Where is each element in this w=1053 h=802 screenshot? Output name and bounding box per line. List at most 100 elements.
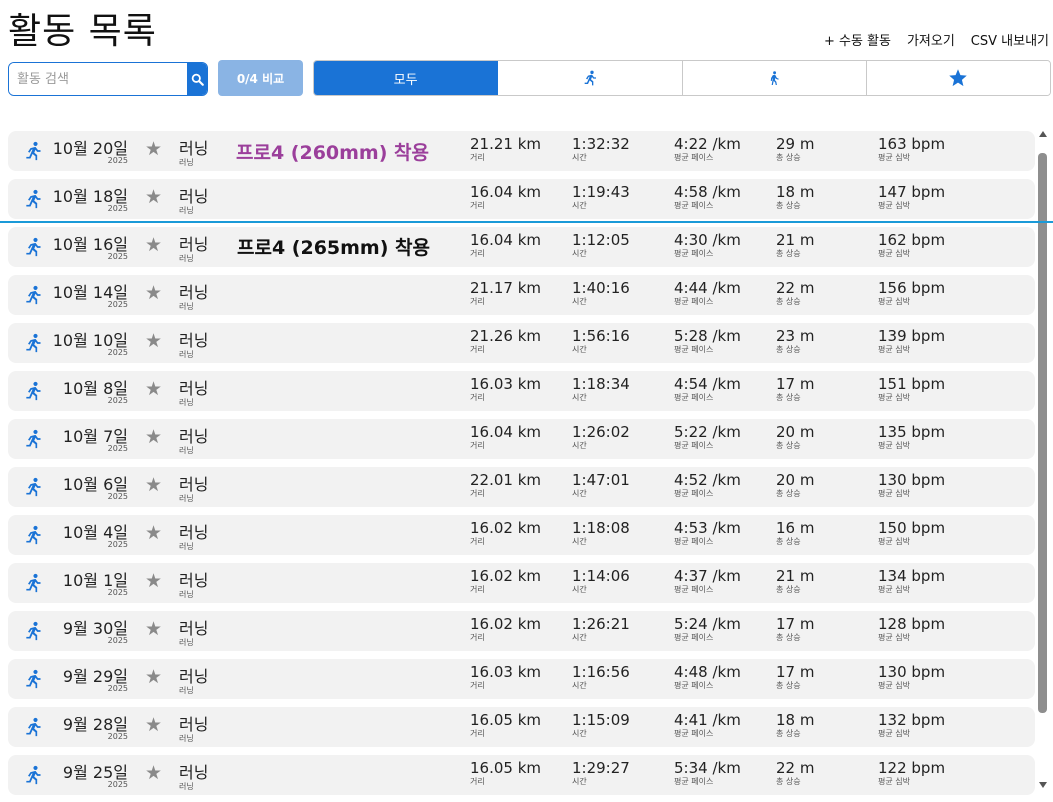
favorite-star-icon[interactable]: ★ bbox=[145, 620, 162, 639]
stat-pace: 4:48 /km 평균 페이스 bbox=[674, 663, 741, 691]
activity-type[interactable]: 러닝 bbox=[179, 183, 208, 207]
activity-year: 2025 bbox=[107, 636, 128, 645]
export-csv-link[interactable]: CSV 내보내기 bbox=[971, 30, 1049, 49]
favorite-star-icon[interactable]: ★ bbox=[145, 572, 162, 591]
compare-button[interactable]: 0/4 비교 bbox=[218, 60, 303, 96]
activity-type[interactable]: 러닝 bbox=[179, 135, 208, 159]
list-scrollbar[interactable] bbox=[1038, 131, 1048, 795]
activity-type-sub: 러닝 bbox=[179, 638, 194, 647]
filter-tab-favorites[interactable] bbox=[866, 61, 1050, 95]
stat-time-label: 시간 bbox=[572, 249, 587, 258]
activity-type[interactable]: 러닝 bbox=[179, 279, 208, 303]
stat-elevation-value: 21 m bbox=[776, 567, 815, 585]
stat-distance-value: 21.26 km bbox=[470, 327, 542, 345]
scroll-thumb[interactable] bbox=[1038, 153, 1047, 713]
running-icon bbox=[584, 70, 596, 86]
activity-row[interactable]: 9월 28일 2025 ★ 러닝 러닝 16.05 km 거리 1:15:09 시간 4:41 /… bbox=[8, 707, 1035, 747]
stat-heart-rate-label: 평균 심박 bbox=[878, 585, 910, 594]
favorite-star-icon[interactable]: ★ bbox=[145, 188, 162, 207]
running-icon bbox=[23, 141, 43, 165]
stat-pace-label: 평균 페이스 bbox=[674, 585, 714, 594]
filter-tab-all[interactable]: 모두 bbox=[314, 61, 499, 95]
stat-heart-rate: 122 bpm 평균 심박 bbox=[878, 759, 945, 787]
activity-row[interactable]: 10월 6일 2025 ★ 러닝 러닝 22.01 km 거리 1:47:01 시간 4:52 /… bbox=[8, 467, 1035, 507]
favorite-star-icon[interactable]: ★ bbox=[145, 668, 162, 687]
activity-row[interactable]: 10월 4일 2025 ★ 러닝 러닝 16.02 km 거리 1:18:08 시간 4:53 /… bbox=[8, 515, 1035, 555]
stat-time-value: 1:18:34 bbox=[572, 375, 630, 393]
favorite-star-icon[interactable]: ★ bbox=[145, 764, 162, 783]
stat-distance-label: 거리 bbox=[470, 777, 485, 786]
stat-pace: 4:52 /km 평균 페이스 bbox=[674, 471, 741, 499]
activity-type[interactable]: 러닝 bbox=[179, 615, 208, 639]
activity-type-sub: 러닝 bbox=[179, 446, 194, 455]
favorite-star-icon[interactable]: ★ bbox=[145, 284, 162, 303]
activity-type[interactable]: 러닝 bbox=[179, 231, 208, 255]
activity-type-sub: 러닝 bbox=[179, 590, 194, 599]
stat-heart-rate-label: 평균 심박 bbox=[878, 249, 910, 258]
favorite-star-icon[interactable]: ★ bbox=[145, 236, 162, 255]
filter-tab-running[interactable] bbox=[498, 61, 683, 95]
activity-row[interactable]: 10월 10일 2025 ★ 러닝 러닝 21.26 km 거리 1:56:16 시간 5:28 … bbox=[8, 323, 1035, 363]
add-manual-activity-link[interactable]: + 수동 활동 bbox=[824, 30, 891, 49]
activity-row[interactable]: 10월 18일 2025 ★ 러닝 러닝 16.04 km 거리 1:19:43 시간 4:58 … bbox=[8, 179, 1035, 219]
activity-type[interactable]: 러닝 bbox=[179, 759, 208, 783]
scroll-up-arrow-icon[interactable] bbox=[1039, 131, 1047, 137]
stat-elevation: 20 m총 상승 bbox=[776, 423, 814, 451]
stat-heart-rate-value: 147 bpm bbox=[878, 183, 946, 201]
stat-pace-value: 4:52 /km bbox=[674, 471, 741, 489]
search-input[interactable] bbox=[9, 63, 187, 95]
stat-elevation: 17 m총 상승 bbox=[776, 615, 814, 643]
activity-type[interactable]: 러닝 bbox=[179, 375, 208, 399]
activity-type[interactable]: 러닝 bbox=[179, 327, 208, 351]
activity-row[interactable]: 10월 20일 2025 ★ 러닝 러닝 21.21 km 거리 1:32:32 시간 4:22 … bbox=[8, 131, 1035, 171]
activity-row[interactable]: 10월 14일 2025 ★ 러닝 러닝 21.17 km 거리 1:40:16 시간 4:44 … bbox=[8, 275, 1035, 315]
stat-distance-value: 16.03 km bbox=[470, 663, 542, 681]
favorite-star-icon[interactable]: ★ bbox=[145, 332, 162, 351]
favorite-star-icon[interactable]: ★ bbox=[145, 524, 162, 543]
activity-row[interactable]: 9월 25일 2025 ★ 러닝 러닝 16.05 km 거리 1:29:27 시간 5:34 /… bbox=[8, 755, 1035, 795]
activity-row[interactable]: 9월 29일 2025 ★ 러닝 러닝 16.03 km 거리 1:16:56 시간 4:48 /… bbox=[8, 659, 1035, 699]
activity-type[interactable]: 러닝 bbox=[179, 471, 208, 495]
favorite-star-icon[interactable]: ★ bbox=[145, 140, 162, 159]
import-link[interactable]: 가져오기 bbox=[907, 30, 955, 49]
activity-row[interactable]: 10월 7일 2025 ★ 러닝 러닝 16.04 km 거리 1:26:02 시간 5:22 /… bbox=[8, 419, 1035, 459]
stat-pace-value: 4:37 /km bbox=[674, 567, 741, 585]
stat-distance: 16.03 km 거리 bbox=[470, 375, 541, 403]
favorite-star-icon[interactable]: ★ bbox=[145, 716, 162, 735]
stat-elevation-label: 총 상승 bbox=[776, 441, 801, 450]
activity-type[interactable]: 러닝 bbox=[179, 567, 208, 591]
stat-time-label: 시간 bbox=[572, 297, 587, 306]
stat-time-label: 시간 bbox=[572, 633, 587, 642]
activity-row[interactable]: 9월 30일 2025 ★ 러닝 러닝 16.02 km 거리 1:26:21 시간 5:24 /… bbox=[8, 611, 1035, 651]
stat-heart-rate: 135 bpm 평균 심박 bbox=[878, 423, 945, 451]
activity-row[interactable]: 10월 16일 2025 ★ 러닝 러닝 16.04 km 거리 1:12:05 시간 4:30 … bbox=[8, 227, 1035, 267]
activity-row[interactable]: 10월 1일 2025 ★ 러닝 러닝 16.02 km 거리 1:14:06 시간 4:37 /… bbox=[8, 563, 1035, 603]
favorite-star-icon[interactable]: ★ bbox=[145, 380, 162, 399]
favorite-star-icon[interactable]: ★ bbox=[145, 476, 162, 495]
running-icon bbox=[23, 717, 43, 741]
stat-heart-rate-label: 평균 심박 bbox=[878, 633, 910, 642]
favorite-star-icon[interactable]: ★ bbox=[145, 428, 162, 447]
search-button[interactable] bbox=[187, 63, 207, 95]
annotation-shoe-265: 프로4 (265mm) 착용 bbox=[237, 237, 430, 259]
filter-tab-walking[interactable] bbox=[682, 61, 867, 95]
activity-type[interactable]: 러닝 bbox=[179, 663, 208, 687]
stat-time: 1:32:32 시간 bbox=[572, 135, 630, 163]
activity-type[interactable]: 러닝 bbox=[179, 423, 208, 447]
activity-type[interactable]: 러닝 bbox=[179, 519, 208, 543]
stat-heart-rate: 130 bpm 평균 심박 bbox=[878, 471, 945, 499]
stat-pace-label: 평균 페이스 bbox=[674, 393, 714, 402]
stat-elevation-value: 17 m bbox=[776, 615, 815, 633]
stat-distance-value: 16.04 km bbox=[470, 183, 542, 201]
stat-heart-rate-value: 132 bpm bbox=[878, 711, 946, 729]
stat-elevation-label: 총 상승 bbox=[776, 681, 801, 690]
stat-elevation-value: 22 m bbox=[776, 759, 815, 777]
running-icon bbox=[23, 477, 43, 501]
stat-time: 1:47:01 시간 bbox=[572, 471, 630, 499]
scroll-down-arrow-icon[interactable] bbox=[1039, 782, 1047, 788]
stat-distance: 21.21 km 거리 bbox=[470, 135, 541, 163]
stat-pace-value: 5:22 /km bbox=[674, 423, 741, 441]
activity-type[interactable]: 러닝 bbox=[179, 711, 208, 735]
activity-row[interactable]: 10월 8일 2025 ★ 러닝 러닝 16.03 km 거리 1:18:34 시간 4:54 /… bbox=[8, 371, 1035, 411]
running-icon bbox=[23, 189, 43, 213]
